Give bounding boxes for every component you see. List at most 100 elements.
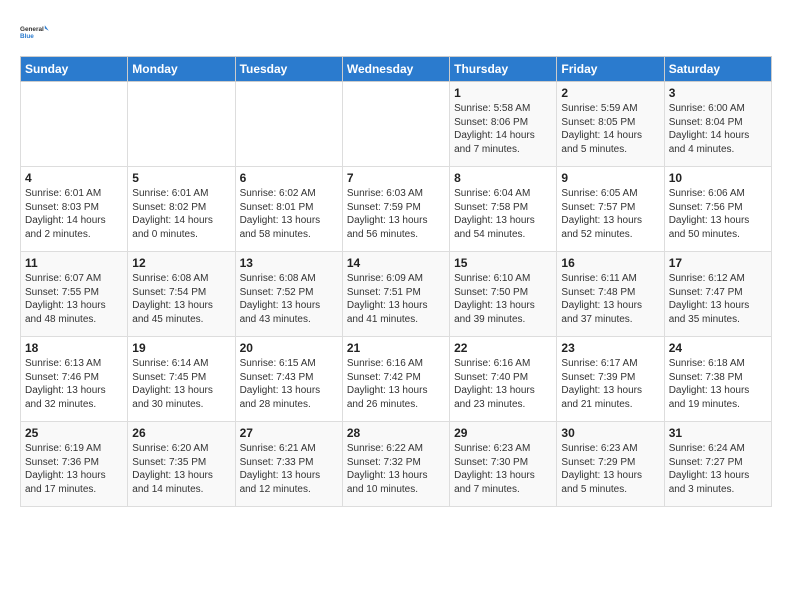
calendar-cell: 13Sunrise: 6:08 AM Sunset: 7:52 PM Dayli…	[235, 252, 342, 337]
calendar-cell: 28 Sunrise: 6:22 AM Sunset: 7:32 PM Dayli…	[342, 422, 449, 507]
logo-icon: GeneralBlue	[20, 16, 52, 48]
day-info: Sunrise: 6:15 AM Sunset: 7:43 PM Dayligh…	[240, 357, 338, 411]
day-number: 9	[561, 171, 659, 185]
day-info: Sunrise: 6:10 AM Sunset: 7:50 PM Dayligh…	[454, 272, 552, 326]
weekday-header: Tuesday	[235, 57, 342, 82]
day-info: Sunrise: 5:58 AM Sunset: 8:06 PM Dayligh…	[454, 102, 552, 156]
calendar-cell: 25Sunrise: 6:19 AM Sunset: 7:36 PM Dayli…	[21, 422, 128, 507]
day-info: Sunrise: 6:01 AM Sunset: 8:02 PM Dayligh…	[132, 187, 230, 241]
day-number: 7	[347, 171, 445, 185]
calendar-body: 1 Sunrise: 5:58 AM Sunset: 8:06 PM Daylig…	[21, 82, 772, 507]
calendar-cell: 22 Sunrise: 6:16 AM Sunset: 7:40 PM Dayli…	[450, 337, 557, 422]
calendar-week-row: 4Sunrise: 6:01 AM Sunset: 8:03 PM Daylig…	[21, 167, 772, 252]
calendar-cell	[128, 82, 235, 167]
day-info: Sunrise: 6:22 AM Sunset: 7:32 PM Dayligh…	[347, 442, 445, 496]
day-number: 28	[347, 426, 445, 440]
calendar-cell	[21, 82, 128, 167]
day-number: 22	[454, 341, 552, 355]
day-number: 6	[240, 171, 338, 185]
calendar-cell: 8 Sunrise: 6:04 AM Sunset: 7:58 PM Daylig…	[450, 167, 557, 252]
day-number: 5	[132, 171, 230, 185]
calendar-week-row: 18Sunrise: 6:13 AM Sunset: 7:46 PM Dayli…	[21, 337, 772, 422]
day-number: 10	[669, 171, 767, 185]
day-info: Sunrise: 6:23 AM Sunset: 7:29 PM Dayligh…	[561, 442, 659, 496]
day-info: Sunrise: 6:17 AM Sunset: 7:39 PM Dayligh…	[561, 357, 659, 411]
day-number: 24	[669, 341, 767, 355]
weekday-header: Monday	[128, 57, 235, 82]
day-number: 2	[561, 86, 659, 100]
day-info: Sunrise: 6:08 AM Sunset: 7:54 PM Dayligh…	[132, 272, 230, 326]
calendar-cell: 21 Sunrise: 6:16 AM Sunset: 7:42 PM Dayli…	[342, 337, 449, 422]
day-info: Sunrise: 6:16 AM Sunset: 7:42 PM Dayligh…	[347, 357, 445, 411]
day-info: Sunrise: 5:59 AM Sunset: 8:05 PM Dayligh…	[561, 102, 659, 156]
day-info: Sunrise: 6:03 AM Sunset: 7:59 PM Dayligh…	[347, 187, 445, 241]
page-header: GeneralBlue	[20, 16, 772, 48]
day-number: 8	[454, 171, 552, 185]
calendar-cell	[342, 82, 449, 167]
weekday-header: Friday	[557, 57, 664, 82]
calendar-cell: 5 Sunrise: 6:01 AM Sunset: 8:02 PM Daylig…	[128, 167, 235, 252]
calendar-cell: 16Sunrise: 6:11 AM Sunset: 7:48 PM Dayli…	[557, 252, 664, 337]
weekday-header: Wednesday	[342, 57, 449, 82]
day-info: Sunrise: 6:00 AM Sunset: 8:04 PM Dayligh…	[669, 102, 767, 156]
calendar-cell	[235, 82, 342, 167]
calendar-cell: 15Sunrise: 6:10 AM Sunset: 7:50 PM Dayli…	[450, 252, 557, 337]
calendar-cell: 9Sunrise: 6:05 AM Sunset: 7:57 PM Daylig…	[557, 167, 664, 252]
svg-text:Blue: Blue	[20, 33, 34, 40]
calendar-cell: 27 Sunrise: 6:21 AM Sunset: 7:33 PM Dayli…	[235, 422, 342, 507]
day-info: Sunrise: 6:24 AM Sunset: 7:27 PM Dayligh…	[669, 442, 767, 496]
day-number: 11	[25, 256, 123, 270]
calendar-cell: 23 Sunrise: 6:17 AM Sunset: 7:39 PM Dayli…	[557, 337, 664, 422]
day-number: 30	[561, 426, 659, 440]
day-number: 1	[454, 86, 552, 100]
day-number: 14	[347, 256, 445, 270]
logo: GeneralBlue	[20, 16, 52, 48]
day-info: Sunrise: 6:14 AM Sunset: 7:45 PM Dayligh…	[132, 357, 230, 411]
calendar-cell: 14 Sunrise: 6:09 AM Sunset: 7:51 PM Dayli…	[342, 252, 449, 337]
calendar-cell: 29Sunrise: 6:23 AM Sunset: 7:30 PM Dayli…	[450, 422, 557, 507]
calendar-cell: 10 Sunrise: 6:06 AM Sunset: 7:56 PM Dayli…	[664, 167, 771, 252]
day-number: 23	[561, 341, 659, 355]
calendar-week-row: 1 Sunrise: 5:58 AM Sunset: 8:06 PM Daylig…	[21, 82, 772, 167]
day-number: 3	[669, 86, 767, 100]
svg-text:General: General	[20, 26, 44, 33]
day-number: 26	[132, 426, 230, 440]
calendar-cell: 6Sunrise: 6:02 AM Sunset: 8:01 PM Daylig…	[235, 167, 342, 252]
day-number: 21	[347, 341, 445, 355]
day-info: Sunrise: 6:12 AM Sunset: 7:47 PM Dayligh…	[669, 272, 767, 326]
day-number: 29	[454, 426, 552, 440]
day-info: Sunrise: 6:21 AM Sunset: 7:33 PM Dayligh…	[240, 442, 338, 496]
calendar-table: SundayMondayTuesdayWednesdayThursdayFrid…	[20, 56, 772, 507]
weekday-header: Sunday	[21, 57, 128, 82]
day-info: Sunrise: 6:04 AM Sunset: 7:58 PM Dayligh…	[454, 187, 552, 241]
day-info: Sunrise: 6:18 AM Sunset: 7:38 PM Dayligh…	[669, 357, 767, 411]
calendar-cell: 11 Sunrise: 6:07 AM Sunset: 7:55 PM Dayli…	[21, 252, 128, 337]
calendar-cell: 3 Sunrise: 6:00 AM Sunset: 8:04 PM Daylig…	[664, 82, 771, 167]
day-number: 25	[25, 426, 123, 440]
calendar-week-row: 25Sunrise: 6:19 AM Sunset: 7:36 PM Dayli…	[21, 422, 772, 507]
day-number: 18	[25, 341, 123, 355]
calendar-cell: 1 Sunrise: 5:58 AM Sunset: 8:06 PM Daylig…	[450, 82, 557, 167]
calendar-cell: 4Sunrise: 6:01 AM Sunset: 8:03 PM Daylig…	[21, 167, 128, 252]
day-info: Sunrise: 6:09 AM Sunset: 7:51 PM Dayligh…	[347, 272, 445, 326]
day-number: 12	[132, 256, 230, 270]
day-info: Sunrise: 6:07 AM Sunset: 7:55 PM Dayligh…	[25, 272, 123, 326]
calendar-cell: 18Sunrise: 6:13 AM Sunset: 7:46 PM Dayli…	[21, 337, 128, 422]
calendar-header: SundayMondayTuesdayWednesdayThursdayFrid…	[21, 57, 772, 82]
calendar-cell: 19 Sunrise: 6:14 AM Sunset: 7:45 PM Dayli…	[128, 337, 235, 422]
calendar-cell: 24 Sunrise: 6:18 AM Sunset: 7:38 PM Dayli…	[664, 337, 771, 422]
day-number: 27	[240, 426, 338, 440]
day-number: 13	[240, 256, 338, 270]
calendar-cell: 12 Sunrise: 6:08 AM Sunset: 7:54 PM Dayli…	[128, 252, 235, 337]
calendar-cell: 20Sunrise: 6:15 AM Sunset: 7:43 PM Dayli…	[235, 337, 342, 422]
day-number: 19	[132, 341, 230, 355]
day-info: Sunrise: 6:06 AM Sunset: 7:56 PM Dayligh…	[669, 187, 767, 241]
header-row: SundayMondayTuesdayWednesdayThursdayFrid…	[21, 57, 772, 82]
calendar-cell: 31Sunrise: 6:24 AM Sunset: 7:27 PM Dayli…	[664, 422, 771, 507]
calendar-cell: 7 Sunrise: 6:03 AM Sunset: 7:59 PM Daylig…	[342, 167, 449, 252]
day-info: Sunrise: 6:20 AM Sunset: 7:35 PM Dayligh…	[132, 442, 230, 496]
day-number: 4	[25, 171, 123, 185]
day-info: Sunrise: 6:16 AM Sunset: 7:40 PM Dayligh…	[454, 357, 552, 411]
weekday-header: Thursday	[450, 57, 557, 82]
calendar-cell: 17Sunrise: 6:12 AM Sunset: 7:47 PM Dayli…	[664, 252, 771, 337]
